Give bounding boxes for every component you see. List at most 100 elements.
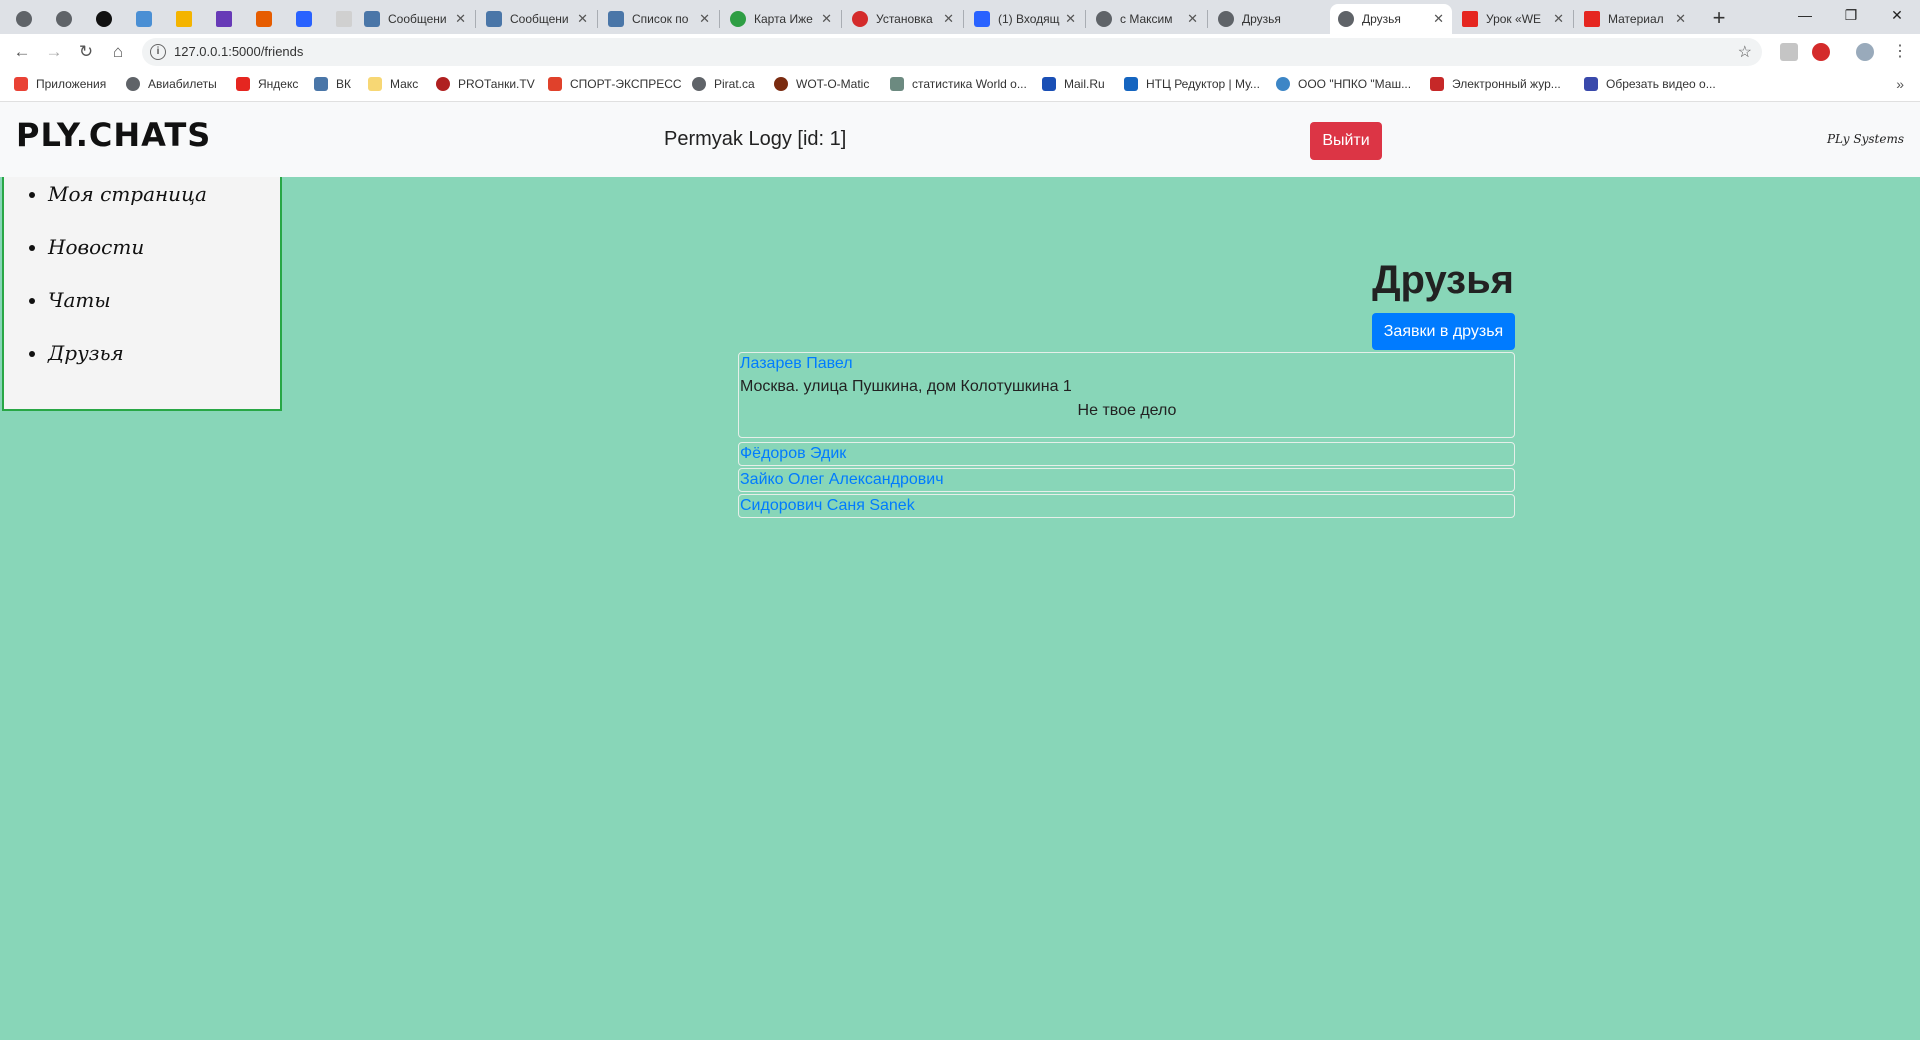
tab-lesson[interactable]: Урок «WE ✕ — [1454, 4, 1572, 34]
bookmark-journal[interactable]: Электронный жур... — [1430, 77, 1561, 91]
pinned-tab-5[interactable] — [166, 4, 202, 34]
close-icon[interactable]: ✕ — [1433, 11, 1444, 27]
bookmark-protanki[interactable]: PROТанки.TV — [436, 77, 535, 91]
fox-icon — [256, 11, 272, 27]
tab-friends-1[interactable]: Друзья — [1210, 4, 1328, 34]
pinned-tab-1[interactable] — [6, 4, 42, 34]
app-logo[interactable]: PLY.CHATS — [16, 116, 211, 154]
profile-avatar[interactable] — [1856, 43, 1874, 61]
bookmark-label: Приложения — [36, 77, 107, 91]
friend-requests-button[interactable]: Заявки в друзья — [1372, 313, 1515, 350]
restore-icon[interactable]: ❐ — [1828, 0, 1874, 34]
close-icon[interactable]: ✕ — [699, 11, 710, 27]
tab-separator — [719, 10, 720, 28]
minimize-icon[interactable]: — — [1782, 0, 1828, 34]
bookmark-label: Макс — [390, 77, 419, 91]
friend-name-link[interactable]: Зайко Олег Александрович — [740, 469, 1514, 491]
pdf-extension-icon[interactable] — [1780, 43, 1798, 61]
pinned-tab-4[interactable] — [126, 4, 162, 34]
wot-icon — [774, 77, 788, 91]
tank-icon — [436, 77, 450, 91]
tab-inbox[interactable]: (1) Входящ ✕ — [966, 4, 1084, 34]
close-icon[interactable]: ✕ — [577, 11, 588, 27]
forward-arrow-icon[interactable]: → — [40, 38, 68, 66]
reload-icon[interactable]: ↻ — [72, 38, 100, 66]
tab-list[interactable]: Список по ✕ — [600, 4, 718, 34]
sidebar-item-my-page[interactable]: Моя страница — [48, 179, 280, 232]
bookmark-label: СПОРТ-ЭКСПРЕСС — [570, 77, 682, 91]
close-icon[interactable]: ✕ — [1065, 11, 1076, 27]
logout-button[interactable]: Выйти — [1310, 122, 1382, 160]
bookmark-ntc[interactable]: НТЦ Редуктор | Му... — [1124, 77, 1260, 91]
close-icon[interactable]: ✕ — [943, 11, 954, 27]
address-bar[interactable]: i 127.0.0.1:5000/friends ☆ — [142, 38, 1762, 66]
window-close-icon[interactable]: ✕ — [1874, 0, 1920, 34]
tab-friends-active[interactable]: Друзья ✕ — [1330, 4, 1452, 34]
pinned-tab-6[interactable] — [206, 4, 242, 34]
bookmark-apps[interactable]: Приложения — [14, 77, 106, 91]
chat-icon — [486, 11, 502, 27]
tab-map[interactable]: Карта Иже ✕ — [722, 4, 840, 34]
chevron-more-icon[interactable]: » — [1896, 76, 1904, 92]
close-icon[interactable]: ✕ — [821, 11, 832, 27]
tab-install[interactable]: Установка ✕ — [844, 4, 962, 34]
pinned-tab-7[interactable] — [246, 4, 282, 34]
bookmark-maks[interactable]: Макс — [368, 77, 418, 91]
sidebar-item-news[interactable]: Новости — [48, 232, 280, 285]
globe-icon — [126, 77, 140, 91]
sidebar-item-chats[interactable]: Чаты — [48, 285, 280, 338]
sidebar-item-friends[interactable]: Друзья — [48, 338, 280, 391]
menu-kebab-icon[interactable]: ⋮ — [1886, 38, 1914, 66]
info-icon[interactable]: i — [150, 44, 166, 60]
brand-label: PLy Systems — [1826, 132, 1904, 146]
close-icon[interactable]: ✕ — [1187, 11, 1198, 27]
bookmark-pirat[interactable]: Pirat.ca — [692, 77, 755, 91]
friend-name-link[interactable]: Лазарев Павел — [740, 353, 1514, 375]
tab-messages-2[interactable]: Сообщени ✕ — [478, 4, 596, 34]
tab-material[interactable]: Материал ✕ — [1576, 4, 1694, 34]
close-icon[interactable]: ✕ — [1553, 11, 1564, 27]
bookmark-mailru[interactable]: Mail.Ru — [1042, 77, 1105, 91]
close-icon[interactable]: ✕ — [1675, 11, 1686, 27]
map-icon — [730, 11, 746, 27]
ntc-icon — [1124, 77, 1138, 91]
bookmark-label: Pirat.ca — [714, 77, 755, 91]
bookmark-yandex[interactable]: Яндекс — [236, 77, 298, 91]
bookmark-flights[interactable]: Авиабилеты — [126, 77, 217, 91]
pinned-tab-3[interactable] — [86, 4, 122, 34]
bookmark-stats[interactable]: статистика World o... — [890, 77, 1027, 91]
tab-label: Карта Иже — [754, 12, 813, 26]
friend-name-link[interactable]: Фёдоров Эдик — [740, 443, 1514, 465]
tab-separator — [1085, 10, 1086, 28]
bookmark-wot[interactable]: WOT-O-Matic — [774, 77, 869, 91]
tab-maxim[interactable]: с Максим ✕ — [1088, 4, 1206, 34]
adblock-extension-icon[interactable] — [1812, 43, 1830, 61]
bookmark-video[interactable]: Обрезать видео о... — [1584, 77, 1716, 91]
bookmark-npko[interactable]: ООО "НПКО "Маш... — [1276, 77, 1411, 91]
bookmark-label: Mail.Ru — [1064, 77, 1105, 91]
friend-card: Сидорович Саня Sanek — [738, 494, 1515, 518]
back-arrow-icon[interactable]: ← — [8, 38, 36, 66]
pinned-tab-8[interactable] — [286, 4, 322, 34]
bookmark-label: Электронный жур... — [1452, 77, 1561, 91]
chat-icon — [364, 11, 380, 27]
current-user: Permyak Logy [id: 1] — [664, 128, 847, 150]
bookmark-label: Яндекс — [258, 77, 299, 91]
tab-messages-1[interactable]: Сообщени ✕ — [356, 4, 474, 34]
mail-icon — [1042, 77, 1056, 91]
star-icon[interactable]: ☆ — [1738, 42, 1752, 62]
chart-icon — [176, 11, 192, 27]
friend-name-link[interactable]: Сидорович Саня Sanek — [740, 495, 1514, 517]
home-icon[interactable]: ⌂ — [104, 38, 132, 66]
close-icon[interactable]: ✕ — [455, 11, 466, 27]
tab-label: Друзья — [1362, 12, 1401, 26]
tab-label: Друзья — [1242, 12, 1281, 26]
pinned-tab-2[interactable] — [46, 4, 82, 34]
tab-label: с Максим — [1120, 12, 1173, 26]
bookmark-vk[interactable]: ВК — [314, 77, 351, 91]
bookmark-sport[interactable]: СПОРТ-ЭКСПРЕСС — [548, 77, 682, 91]
new-tab-plus-icon[interactable]: + — [1704, 4, 1734, 32]
tab-label: Урок «WE — [1486, 12, 1542, 26]
list-icon — [216, 11, 232, 27]
app-header: PLY.CHATS Permyak Logy [id: 1] Выйти PLy… — [0, 102, 1920, 177]
